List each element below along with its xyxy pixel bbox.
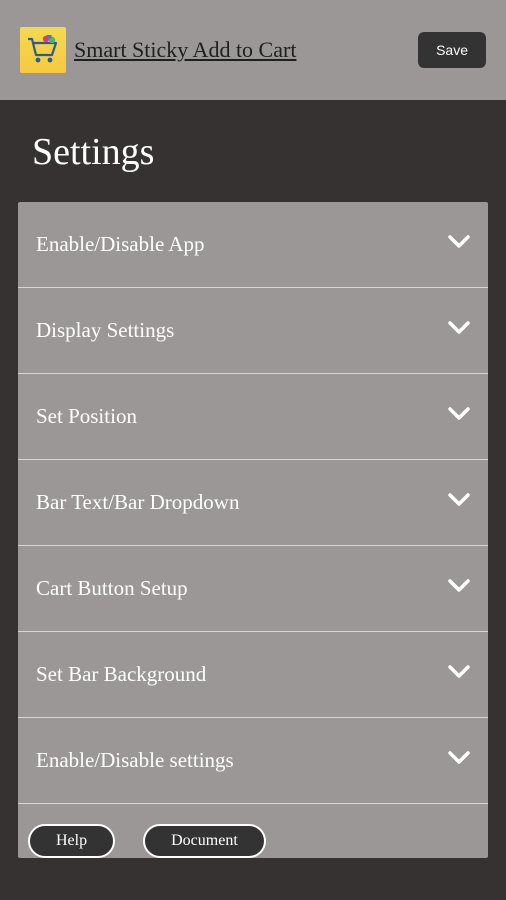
accordion-item-cart-button[interactable]: Cart Button Setup [18,546,488,632]
chevron-down-icon [448,407,470,426]
accordion-label: Enable/Disable settings [36,748,234,773]
app-title-link[interactable]: Smart Sticky Add to Cart [74,37,296,63]
accordion-label: Cart Button Setup [36,576,188,601]
accordion-label: Enable/Disable App [36,232,205,257]
accordion-label: Display Settings [36,318,174,343]
chevron-down-icon [448,235,470,254]
chevron-down-icon [448,493,470,512]
header-left: Smart Sticky Add to Cart [20,27,296,73]
page-title: Settings [32,130,488,174]
accordion-label: Bar Text/Bar Dropdown [36,490,239,515]
main-content: Settings Enable/Disable App Display Sett… [0,100,506,900]
cart-icon [26,35,60,65]
chevron-down-icon [448,579,470,598]
document-button[interactable]: Document [143,824,266,858]
save-button[interactable]: Save [418,32,486,68]
header-bar: Smart Sticky Add to Cart Save [0,0,506,100]
accordion-item-enable-settings[interactable]: Enable/Disable settings [18,718,488,804]
accordion-item-bar-background[interactable]: Set Bar Background [18,632,488,718]
accordion-item-bar-text[interactable]: Bar Text/Bar Dropdown [18,460,488,546]
settings-accordion: Enable/Disable App Display Settings Set … [18,202,488,858]
chevron-down-icon [448,665,470,684]
accordion-label: Set Bar Background [36,662,206,687]
accordion-label: Set Position [36,404,137,429]
footer-buttons: Help Document [18,804,488,858]
help-button[interactable]: Help [28,824,115,858]
accordion-item-display-settings[interactable]: Display Settings [18,288,488,374]
app-logo-icon [20,27,66,73]
accordion-item-set-position[interactable]: Set Position [18,374,488,460]
chevron-down-icon [448,751,470,770]
accordion-item-enable-app[interactable]: Enable/Disable App [18,202,488,288]
chevron-down-icon [448,321,470,340]
